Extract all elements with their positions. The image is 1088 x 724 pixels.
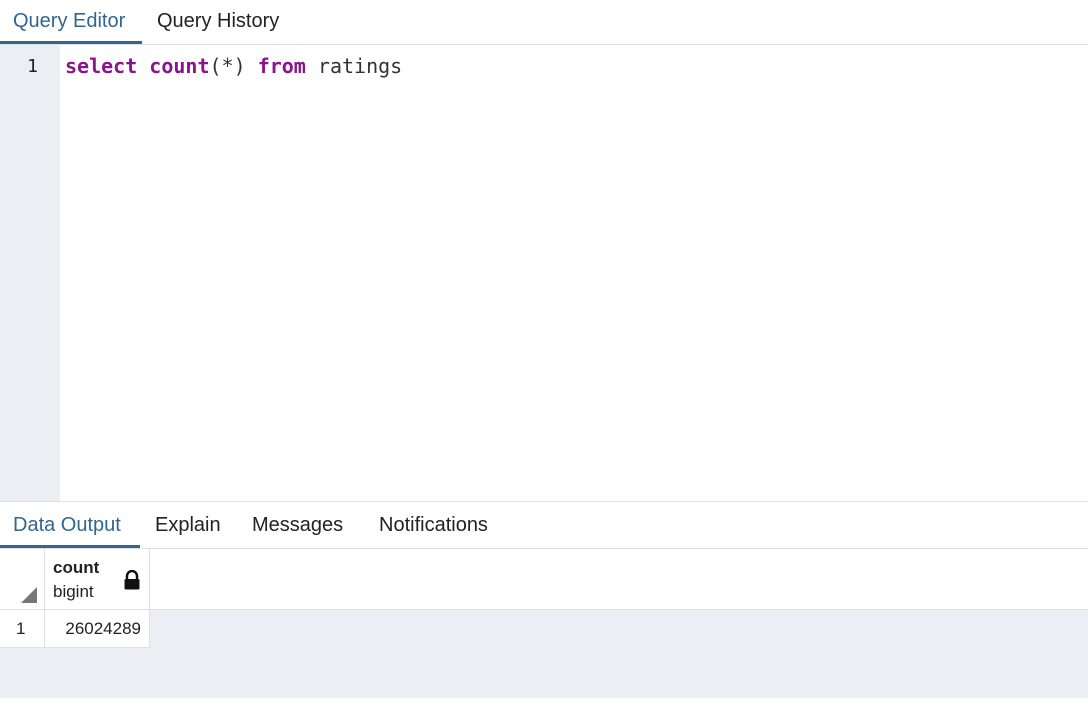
active-tab-indicator [0,545,140,548]
keyword-count: count [149,54,210,78]
tab-explain[interactable]: Explain [155,502,221,548]
tab-query-history[interactable]: Query History [157,0,279,42]
table-cell-count[interactable]: 26024289 [45,610,150,648]
column-type: bigint [53,582,94,601]
tab-notifications[interactable]: Notifications [379,502,488,548]
sql-editor[interactable]: 1 select count(*) from ratings [0,45,1088,502]
data-output-grid: count bigint 1 26024289 [0,549,1088,698]
keyword-select: select [65,54,138,78]
corner-triangle-icon [21,587,37,603]
query-tool-tabs: Query Editor Query History [0,0,1088,45]
tab-data-output[interactable]: Data Output [13,502,121,548]
column-header-count[interactable]: count bigint [45,549,150,609]
lock-icon [124,570,140,590]
row-number-cell[interactable]: 1 [0,610,45,648]
tab-query-editor[interactable]: Query Editor [13,0,125,42]
line-number: 1 [27,56,38,77]
line-number-gutter: 1 [0,45,60,501]
code-line[interactable]: select count(*) from ratings [65,54,402,78]
code-table-name: ratings [317,54,403,78]
column-name: count [53,558,100,577]
select-all-corner[interactable] [0,549,45,609]
result-tabs: Data Output Explain Messages Notificatio… [0,502,1088,549]
active-tab-indicator [0,41,142,44]
grid-header-row: count bigint [0,549,1088,610]
keyword-from: from [257,54,306,78]
tab-messages[interactable]: Messages [252,502,343,548]
code-paren: (*) [209,54,246,78]
